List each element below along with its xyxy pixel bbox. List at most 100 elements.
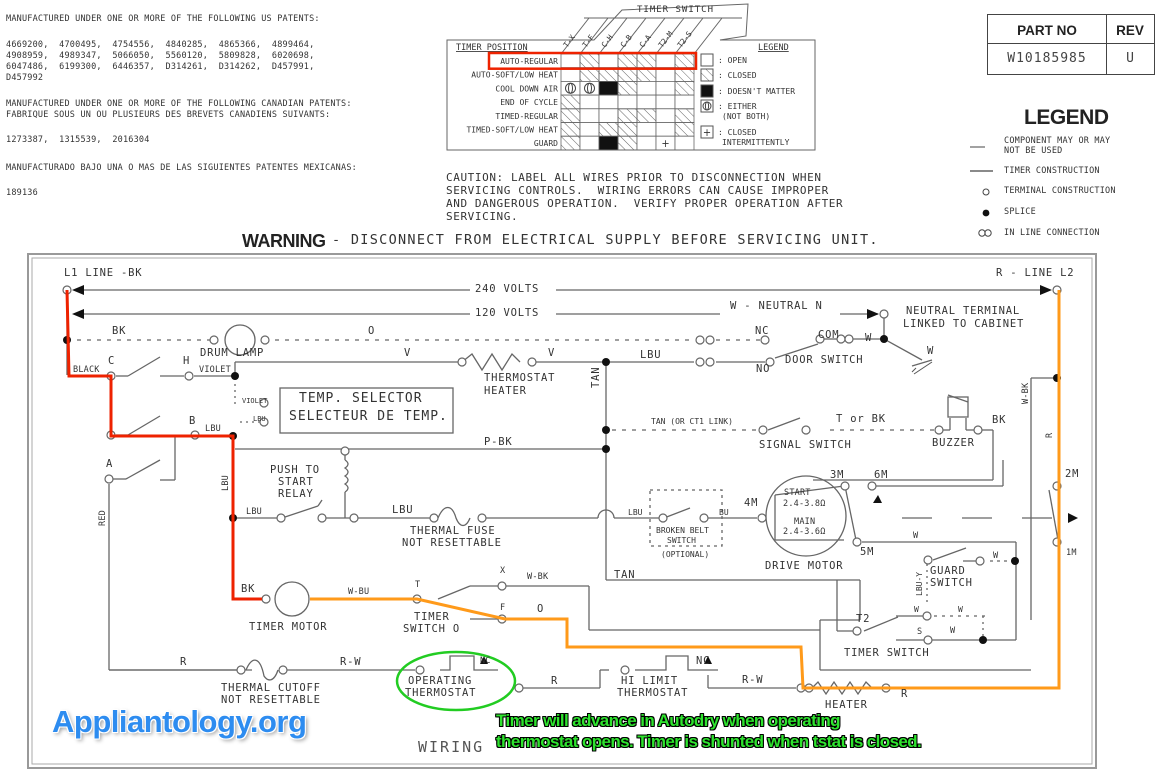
com-label: COM — [818, 329, 840, 341]
wire-t-or-bk: T or BK — [836, 413, 886, 425]
brand-watermark: Appliantology.org — [52, 704, 307, 739]
thermal-fuse-label: THERMAL FUSE — [410, 525, 496, 537]
wire-o: O — [537, 603, 545, 615]
timer-motor-label: TIMER MOTOR — [249, 621, 328, 633]
contact-h: H — [183, 355, 191, 367]
terminal-5m: 5M — [860, 546, 875, 558]
wire-bu: BU — [719, 508, 729, 517]
operating-thermostat-label: THERMOSTAT — [405, 687, 477, 699]
l1-line-label: L1 LINE -BK — [64, 267, 143, 279]
wire-r: R — [180, 656, 188, 668]
timer-switch-0-label: SWITCH O — [403, 623, 460, 635]
contact-t2: T2 — [856, 613, 871, 625]
push-to-start-label: RELAY — [278, 488, 314, 500]
wire-bk: BK — [992, 414, 1007, 426]
optional-label: (OPTIONAL) — [661, 550, 710, 559]
start-winding-ohm: 2.4-3.8Ω — [783, 499, 826, 509]
wire-violet: VIOLET — [199, 365, 231, 375]
wire-tan: TAN — [614, 569, 636, 581]
push-to-start-label: PUSH TO — [270, 464, 320, 476]
heater-label: HEATER — [825, 699, 868, 711]
thermal-cutoff-label: THERMAL CUTOFF — [221, 682, 321, 694]
guard-switch-label: GUARD — [930, 565, 966, 577]
wire-tan: TAN — [590, 366, 602, 388]
drive-motor-label: DRIVE MOTOR — [765, 560, 844, 572]
wire-r: R — [901, 688, 909, 700]
operating-thermostat-label: OPERATING — [408, 675, 473, 687]
hi-limit-label: HI LIMIT — [621, 675, 678, 687]
broken-belt-switch-label: BROKEN BELT — [656, 526, 709, 535]
wire-lbu: LBU — [628, 508, 643, 517]
wire-black: BLACK — [73, 365, 100, 375]
wire-w-bk: W-BK — [527, 572, 549, 582]
annotation-note: Timer will advance in Autodry when opera… — [496, 710, 922, 752]
wire-r-w: R-W — [340, 656, 362, 668]
neutral-terminal-label: LINKED TO CABINET — [903, 318, 1025, 330]
240v-label: 240 VOLTS — [475, 283, 540, 295]
push-to-start-label: START — [278, 476, 314, 488]
wire-lbu: LBU — [640, 349, 662, 361]
wire-lbu: LBU — [221, 475, 231, 491]
contact-x: X — [500, 566, 506, 576]
wire-lbu: LBU — [205, 424, 221, 434]
annotation-note-line: Timer will advance in Autodry when opera… — [496, 711, 840, 730]
wire-violet: VIOLET — [242, 397, 268, 405]
temp-selector-label: TEMP. SELECTOR — [299, 391, 423, 406]
contact-t: T — [415, 580, 421, 590]
wire-w-bk: W-BK — [1021, 382, 1031, 404]
terminal-2m: 2M — [1065, 468, 1080, 480]
wire-lbu: LBU — [392, 504, 414, 516]
wire-v: V — [404, 347, 412, 359]
terminal-6m: 6M — [874, 469, 889, 481]
timer-motor-icon — [274, 581, 310, 617]
wire-lbu-y: LBU-Y — [915, 571, 924, 596]
thermostat-heater-label: THERMOSTAT — [484, 372, 556, 384]
contact-a: A — [106, 458, 114, 470]
main-winding-ohm: 2.4-3.6Ω — [783, 527, 826, 537]
wiring-title: WIRING — [418, 738, 485, 756]
buzzer-label: BUZZER — [932, 437, 975, 449]
wire-o: O — [368, 325, 376, 337]
temp-selector-label-fr: SELECTEUR DE TEMP. — [289, 409, 448, 424]
terminal-1m: 1M — [1066, 548, 1077, 558]
wire-w-bu: W-BU — [348, 587, 370, 597]
wire-red: RED — [98, 510, 108, 526]
wire-r: R — [551, 675, 559, 687]
thermostat-heater-label: HEATER — [484, 385, 527, 397]
nc-label: NC — [480, 656, 491, 666]
wire-p-bk: P-BK — [484, 436, 513, 448]
wire-w: W — [927, 345, 935, 357]
annotation-note-line: thermostat opens. Timer is shunted when … — [496, 732, 922, 751]
hi-limit-label: THERMOSTAT — [617, 687, 689, 699]
wire-lbu: LBU — [246, 507, 262, 517]
main-winding-label: MAIN — [794, 517, 816, 527]
wire-v: V — [548, 347, 556, 359]
neutral-label: W - NEUTRAL N — [730, 300, 823, 312]
wire-w: W — [958, 605, 963, 614]
thermal-fuse-label: NOT RESETTABLE — [402, 537, 502, 549]
wire-r-w: R-W — [742, 674, 764, 686]
nc-label: NC — [696, 655, 711, 667]
wire-w: W — [913, 531, 919, 541]
contact-b: B — [189, 415, 197, 427]
wire-w: W — [950, 626, 956, 636]
contact-c: C — [108, 355, 116, 367]
terminal-4m: 4M — [744, 497, 759, 509]
wire-tan-link: TAN (OR CT1 LINK) — [651, 417, 733, 426]
wire-w: W — [865, 332, 873, 344]
neutral-terminal-label: NEUTRAL TERMINAL — [906, 305, 1020, 317]
guard-switch-label: SWITCH — [930, 577, 973, 589]
wire-bk: BK — [112, 325, 127, 337]
wire-bk: BK — [241, 583, 256, 595]
wire-r: R — [1045, 432, 1055, 438]
drum-lamp-label: DRUM LAMP — [200, 347, 265, 359]
red-current-path — [65, 289, 262, 601]
nc-label: NC — [755, 325, 770, 337]
wire-w: W — [914, 605, 919, 614]
broken-belt-switch-label: SWITCH — [667, 536, 696, 545]
terminal-3m: 3M — [830, 469, 845, 481]
start-winding-label: START — [784, 488, 811, 498]
contact-s: S — [917, 627, 923, 637]
no-label: NO — [756, 363, 771, 375]
door-switch-label: DOOR SWITCH — [785, 354, 864, 366]
